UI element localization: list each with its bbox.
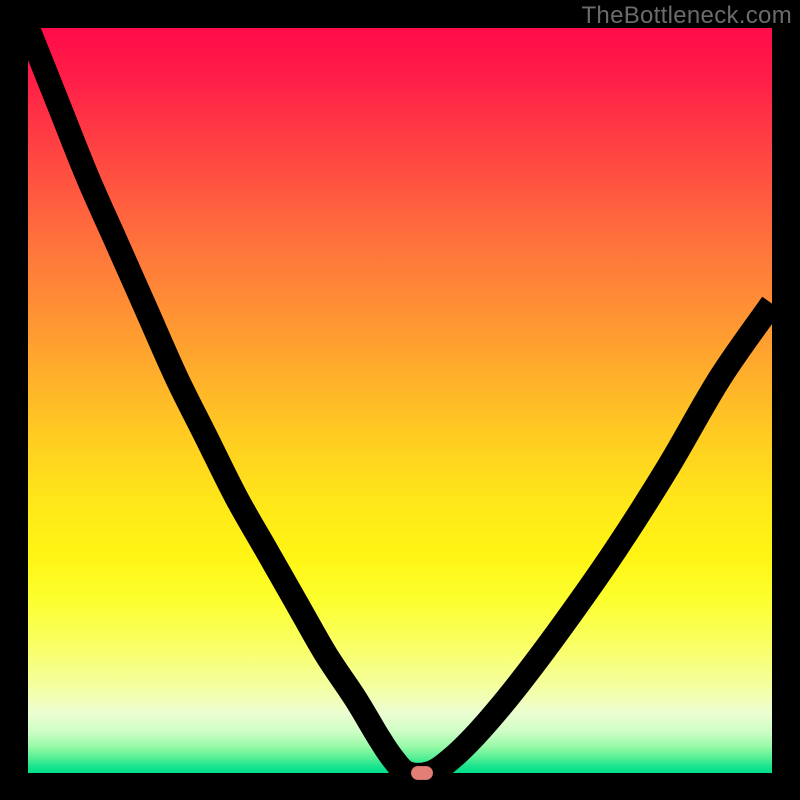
chart-frame: TheBottleneck.com (0, 0, 800, 800)
curve-svg (28, 28, 772, 773)
watermark-text: TheBottleneck.com (581, 2, 792, 30)
bottleneck-marker (411, 766, 433, 780)
plot-area (28, 28, 772, 773)
bottleneck-curve (28, 28, 772, 775)
